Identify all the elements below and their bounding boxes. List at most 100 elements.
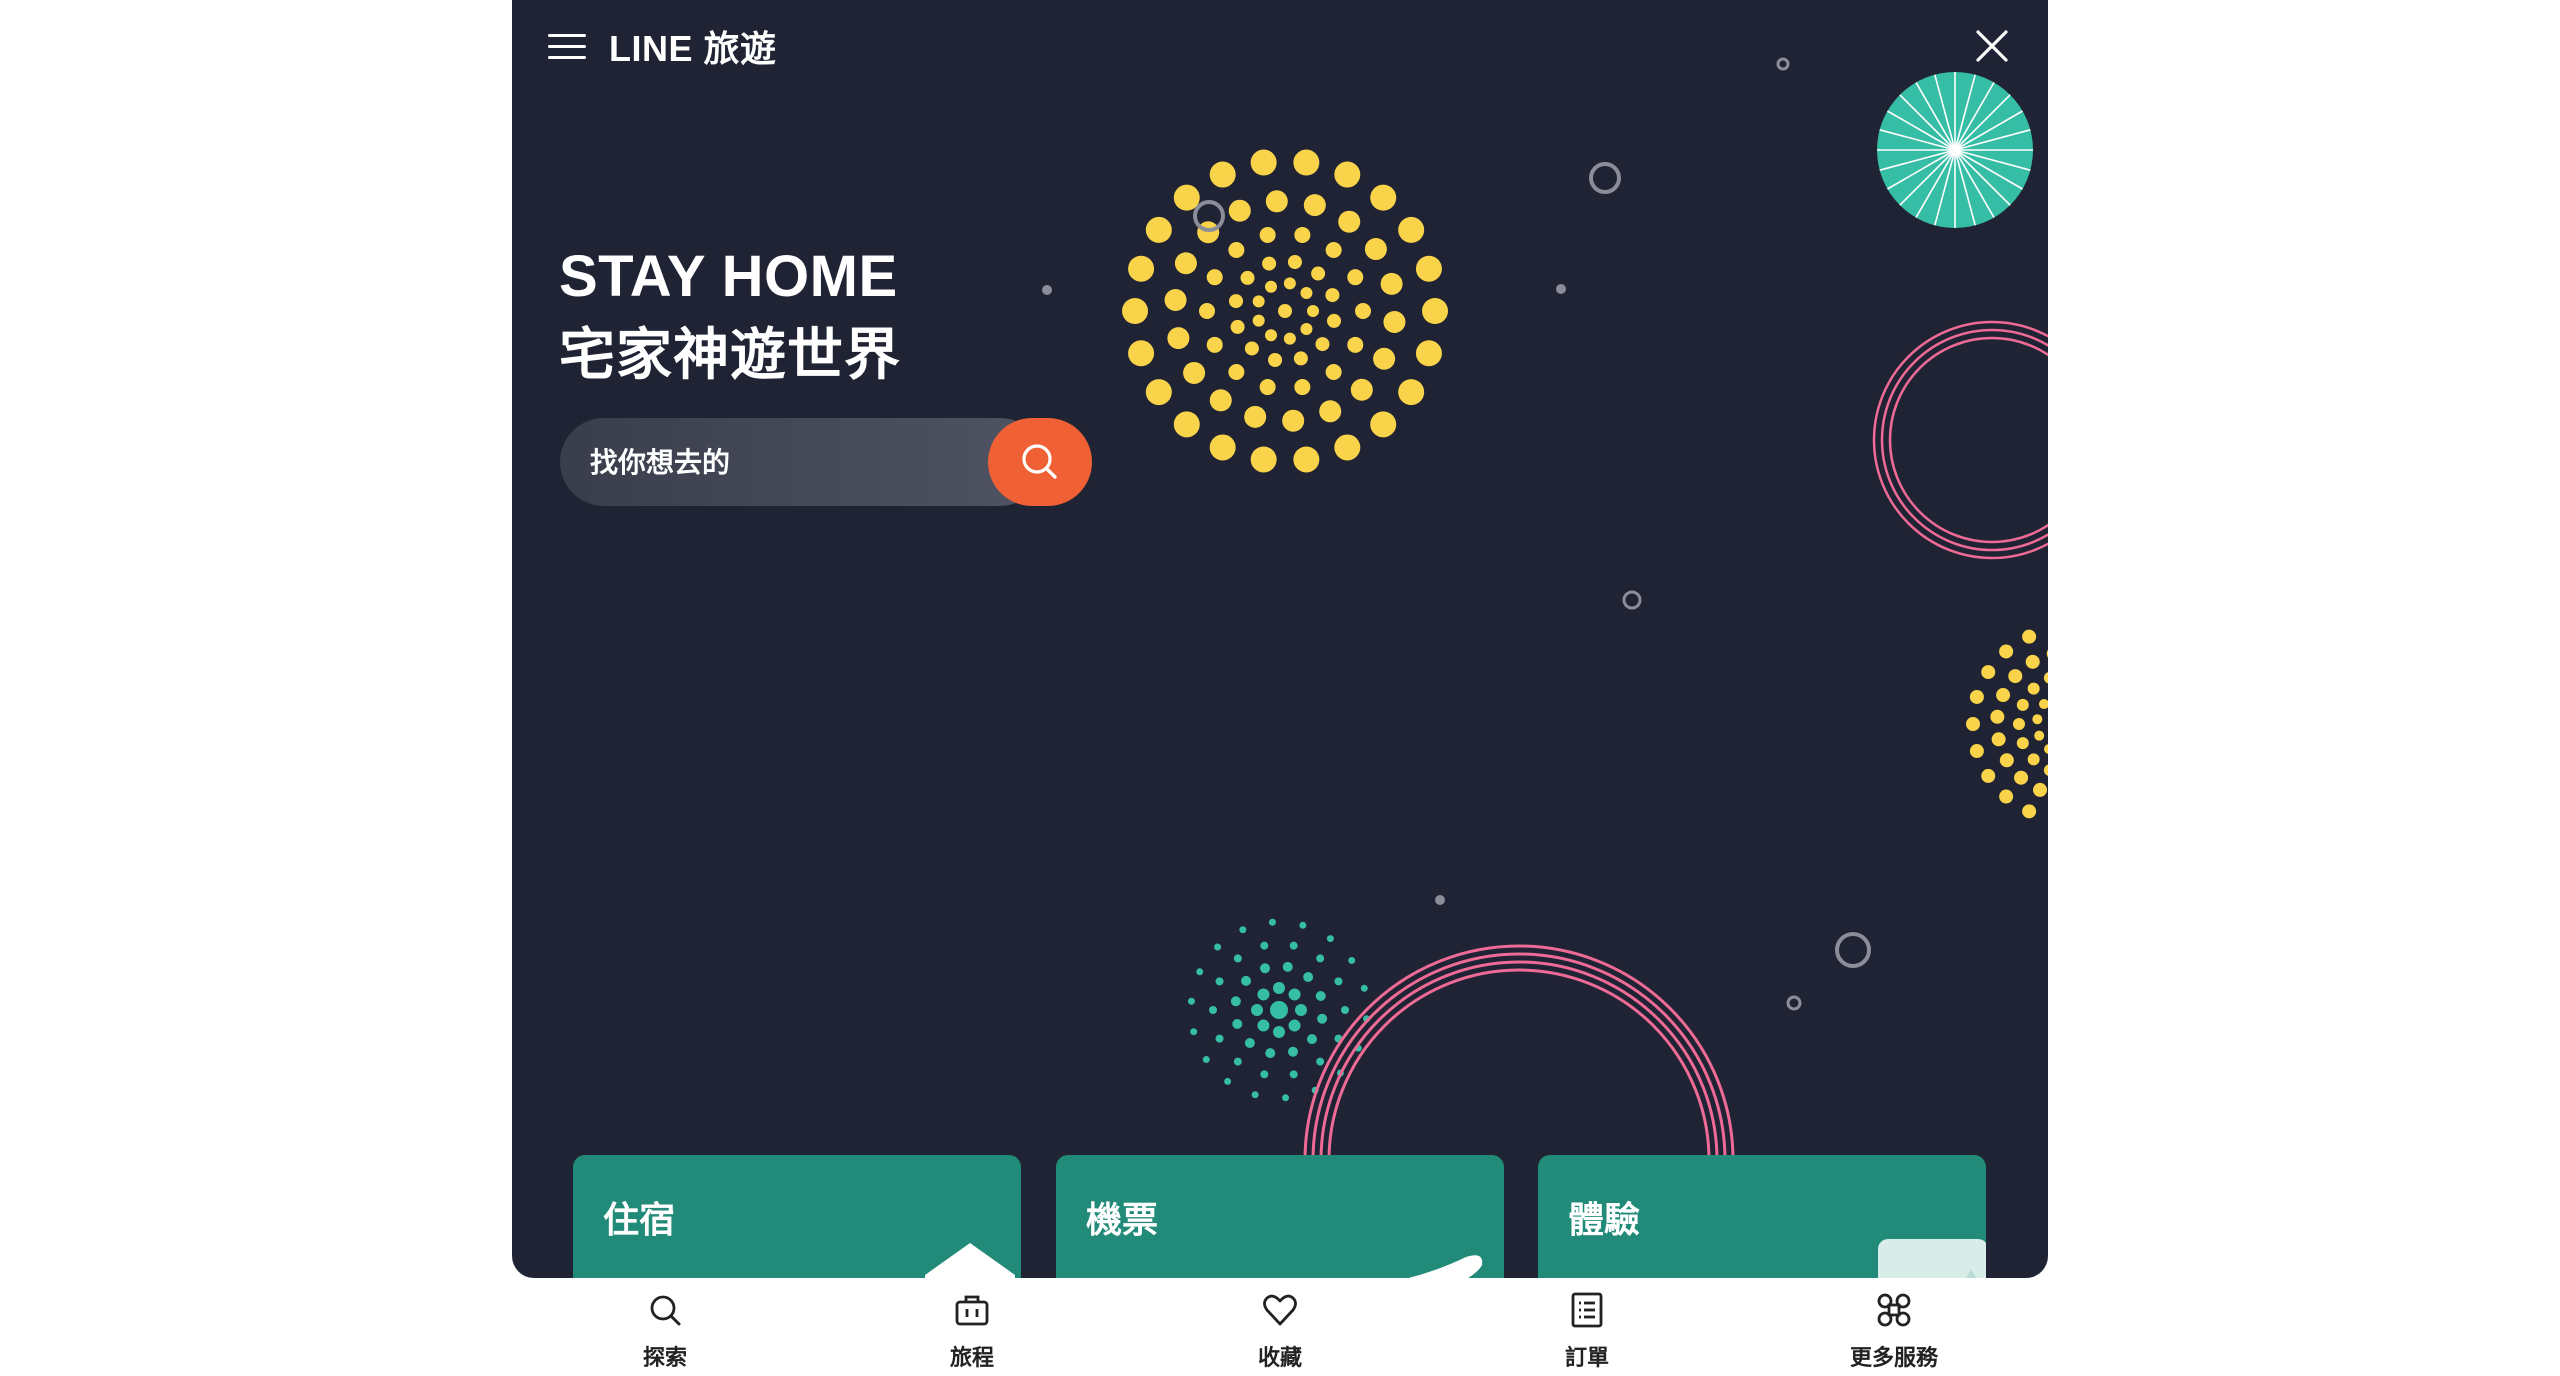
firework-yellow-burst bbox=[1347, 269, 1364, 286]
firework-teal-burst-small bbox=[1251, 1004, 1263, 1016]
close-icon[interactable] bbox=[1972, 26, 2012, 66]
firework-yellow-burst bbox=[1183, 361, 1206, 384]
firework-teal-burst-small bbox=[1295, 1004, 1307, 1016]
decor-dot bbox=[1042, 285, 1052, 295]
firework-yellow-burst bbox=[1338, 210, 1361, 233]
firework-yellow-burst bbox=[1164, 289, 1187, 312]
firework-yellow-burst-small bbox=[2016, 737, 2029, 750]
firework-teal-burst-small bbox=[1239, 926, 1247, 934]
nav-item-explore[interactable]: 探索 bbox=[585, 1278, 745, 1376]
firework-yellow-burst bbox=[1334, 161, 1361, 188]
firework-yellow-burst bbox=[1364, 238, 1387, 261]
firework-yellow-burst-small bbox=[2027, 682, 2040, 695]
firework-yellow-burst bbox=[1355, 303, 1371, 319]
firework-teal-burst-small bbox=[1282, 1094, 1290, 1102]
firework-teal-burst-small bbox=[1299, 921, 1307, 929]
firework-yellow-burst bbox=[1293, 149, 1320, 176]
search-icon bbox=[650, 1295, 681, 1326]
firework-yellow-burst bbox=[1128, 340, 1155, 367]
firework-yellow-burst-small bbox=[1996, 688, 2011, 703]
firework-yellow-burst bbox=[1250, 446, 1277, 473]
firework-yellow-burst bbox=[1265, 329, 1277, 342]
firework-yellow-burst-small bbox=[1999, 753, 2014, 768]
decor-circle bbox=[1622, 590, 1642, 610]
nav-item-trips[interactable]: 旅程 bbox=[892, 1278, 1052, 1376]
firework-yellow-burst bbox=[1268, 353, 1283, 368]
firework-yellow-burst bbox=[1398, 216, 1425, 243]
firework-teal-burst-small bbox=[1260, 963, 1271, 974]
firework-yellow-burst bbox=[1262, 256, 1277, 271]
firework-teal-burst-small bbox=[1196, 968, 1204, 976]
search-bar bbox=[560, 418, 1092, 508]
order-list-icon bbox=[1571, 1292, 1603, 1328]
top-bar: LINE 旅遊 bbox=[512, 0, 2048, 92]
hero-banner: LINE 旅遊 STAY HOME 宅家神遊世界 住宿 bbox=[512, 0, 2048, 1278]
firework-teal-burst-small bbox=[1187, 997, 1195, 1005]
firework-yellow-burst-small bbox=[2032, 714, 2043, 725]
category-card-experiences[interactable]: 體驗 bbox=[1538, 1155, 1986, 1278]
firework-yellow-burst bbox=[1228, 199, 1251, 222]
search-button[interactable] bbox=[988, 418, 1092, 506]
category-card-accommodation[interactable]: 住宿 bbox=[573, 1155, 1021, 1278]
firework-yellow-burst-small bbox=[2013, 718, 2025, 730]
nav-item-orders[interactable]: 訂單 bbox=[1507, 1278, 1667, 1376]
firework-pink-rings bbox=[1872, 320, 2048, 560]
firework-yellow-burst bbox=[1228, 363, 1245, 380]
category-card-flights[interactable]: 機票 bbox=[1056, 1155, 1504, 1278]
firework-yellow-burst bbox=[1265, 280, 1277, 293]
house-icon bbox=[925, 1243, 1015, 1278]
firework-yellow-burst bbox=[1350, 378, 1373, 401]
firework-pink-rings bbox=[1880, 328, 2048, 552]
firework-yellow-burst bbox=[1325, 363, 1342, 380]
firework-yellow-burst-small bbox=[1981, 768, 1996, 783]
firework-yellow-burst-small bbox=[1999, 789, 2014, 804]
firework-yellow-burst bbox=[1347, 336, 1364, 353]
firework-yellow-burst bbox=[1209, 389, 1232, 412]
firework-yellow-burst-small bbox=[2008, 669, 2023, 684]
hero-title-line-1: STAY HOME bbox=[559, 244, 898, 309]
firework-yellow-burst bbox=[1398, 379, 1425, 406]
nav-item-favorites[interactable]: 收藏 bbox=[1200, 1278, 1360, 1376]
firework-yellow-burst bbox=[1228, 242, 1245, 259]
firework-teal-burst-small bbox=[1233, 1057, 1242, 1066]
firework-yellow-burst-small bbox=[2044, 744, 2048, 754]
bottom-navigation: 探索 旅程 收藏 訂單 更多服務 bbox=[512, 1278, 2048, 1376]
experience-icon bbox=[1878, 1239, 1986, 1278]
category-label: 住宿 bbox=[603, 1199, 676, 1240]
firework-yellow-burst bbox=[1334, 434, 1361, 461]
firework-teal-burst-small bbox=[1287, 1046, 1298, 1057]
brand-logo[interactable]: LINE 旅遊 bbox=[609, 20, 777, 72]
firework-yellow-burst bbox=[1383, 310, 1406, 333]
firework-teal-burst-small bbox=[1341, 1006, 1349, 1014]
firework-yellow-burst-small bbox=[2046, 649, 2048, 658]
firework-yellow-burst-small bbox=[2043, 672, 2048, 684]
firework-teal-burst-small bbox=[1317, 1013, 1328, 1024]
firework-teal-burst-small bbox=[1268, 918, 1276, 926]
firework-yellow-burst bbox=[1294, 226, 1311, 243]
search-input[interactable] bbox=[588, 418, 932, 508]
nav-label: 收藏 bbox=[1257, 1345, 1302, 1370]
firework-yellow-burst bbox=[1206, 269, 1223, 286]
firework-teal-burst-small bbox=[1257, 988, 1270, 1001]
heart-icon bbox=[1263, 1294, 1297, 1326]
firework-yellow-burst bbox=[1325, 242, 1342, 259]
hamburger-menu-icon[interactable] bbox=[548, 30, 586, 62]
decor-circle bbox=[1589, 162, 1621, 194]
firework-teal-burst-small bbox=[1224, 1077, 1232, 1085]
firework-yellow-burst-small bbox=[2038, 699, 2048, 710]
nav-item-more-services[interactable]: 更多服務 bbox=[1814, 1278, 1974, 1376]
firework-yellow-burst bbox=[1209, 434, 1236, 461]
firework-yellow-burst bbox=[1380, 272, 1403, 295]
nav-label: 訂單 bbox=[1564, 1345, 1609, 1370]
firework-teal-burst-small bbox=[1232, 1018, 1243, 1029]
firework-yellow-burst bbox=[1174, 252, 1197, 275]
firework-yellow-burst bbox=[1145, 379, 1172, 406]
firework-teal-burst-small bbox=[1215, 1034, 1224, 1043]
firework-yellow-burst bbox=[1294, 379, 1311, 396]
firework-teal-burst-small bbox=[1273, 1026, 1285, 1038]
firework-yellow-burst-small bbox=[1966, 717, 1980, 731]
firework-teal-burst-small bbox=[1241, 975, 1252, 986]
firework-yellow-burst bbox=[1293, 351, 1308, 366]
firework-yellow-burst-small bbox=[2014, 770, 2029, 785]
firework-teal-burst-small bbox=[1257, 1019, 1270, 1032]
